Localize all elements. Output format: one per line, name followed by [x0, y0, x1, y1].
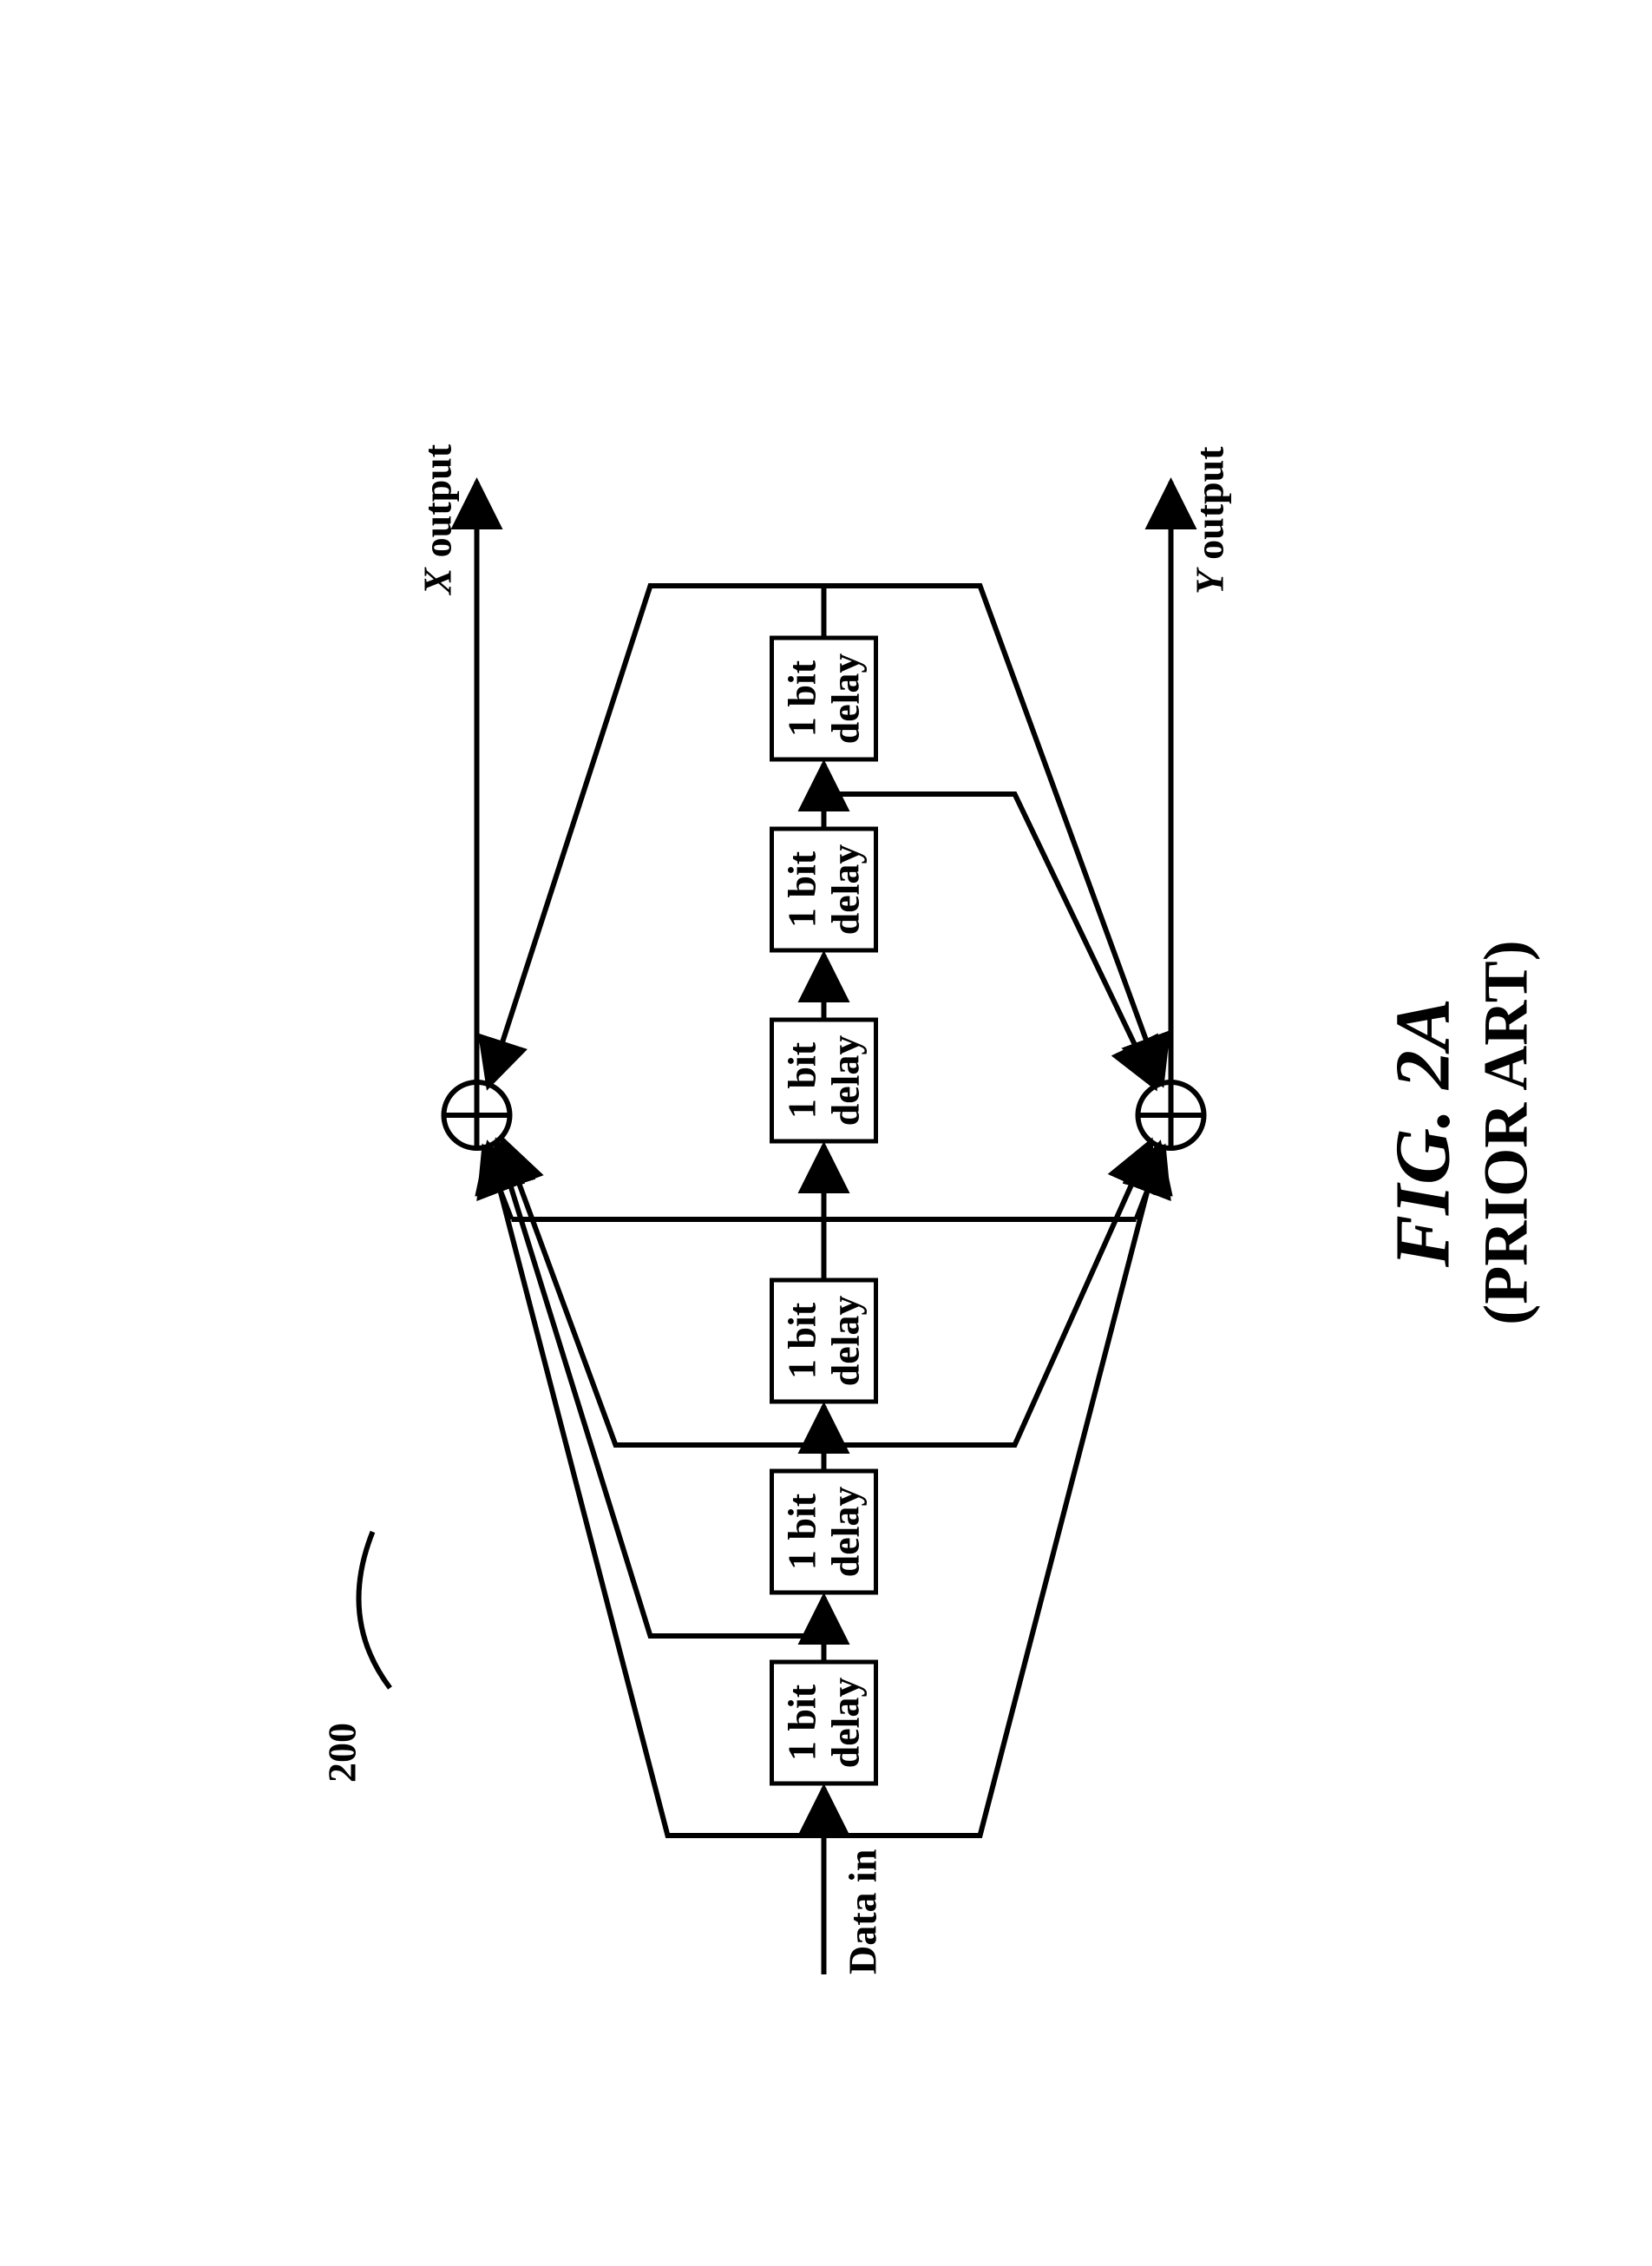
figure-subtitle: (PRIOR ART) [1472, 940, 1541, 1324]
svg-text:delay: delay [823, 1035, 868, 1126]
y-output-label: Y output [1188, 446, 1232, 594]
svg-text:delay: delay [823, 1487, 868, 1578]
diagram: Data in 1 bit delay 1 bit delay 1 bit de… [43, 178, 1609, 2087]
xor-adder-top [444, 1082, 510, 1148]
page: Data in 1 bit delay 1 bit delay 1 bit de… [0, 0, 1652, 2266]
data-in-label: Data in [841, 1849, 885, 1974]
ref-number: 200 [320, 1723, 364, 1783]
delay-box: 1 bit delay [772, 638, 876, 759]
delay-box: 1 bit delay [772, 829, 876, 950]
delay-box: 1 bit delay [772, 1471, 876, 1593]
svg-text:1 bit: 1 bit [780, 660, 824, 737]
figure-title: FIG. 2A [1380, 998, 1466, 1268]
svg-text:delay: delay [823, 1678, 868, 1769]
delay-box: 1 bit delay [772, 1020, 876, 1141]
svg-text:1 bit: 1 bit [780, 851, 824, 928]
delay-box: 1 bit delay [772, 1662, 876, 1783]
x-output-label: X output [416, 443, 460, 596]
encoder-diagram: Data in 1 bit delay 1 bit delay 1 bit de… [43, 178, 1605, 2087]
svg-text:1 bit: 1 bit [780, 1041, 824, 1119]
svg-text:1 bit: 1 bit [780, 1684, 824, 1761]
delay-box: 1 bit delay [772, 1280, 876, 1402]
svg-text:1 bit: 1 bit [780, 1302, 824, 1379]
svg-text:1 bit: 1 bit [780, 1493, 824, 1570]
svg-text:delay: delay [823, 1296, 868, 1387]
xor-adder-bottom [1138, 1082, 1204, 1148]
svg-text:delay: delay [823, 844, 868, 936]
svg-text:delay: delay [823, 654, 868, 745]
